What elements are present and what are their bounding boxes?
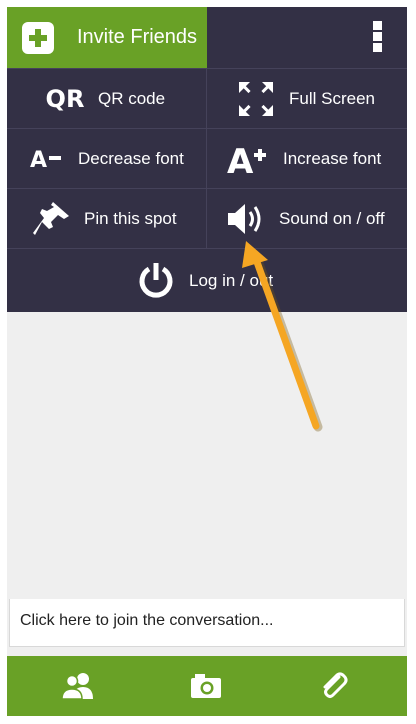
join-conversation-placeholder: Click here to join the conversation... [20,612,274,629]
bottom-toolbar [7,656,407,716]
plus-icon [22,22,54,54]
invite-friends-button[interactable]: Invite Friends [7,7,207,68]
full-screen-button[interactable]: Full Screen [206,68,407,128]
users-icon[interactable] [60,670,96,702]
top-bar: Invite Friends [7,7,407,68]
login-logout-label: Log in / out [189,271,274,290]
qr-code-button[interactable]: QR QR code [7,68,206,128]
login-logout-button[interactable]: Log in / out [7,248,407,312]
increase-font-button[interactable]: A Increase font [206,128,407,188]
power-icon [136,262,176,298]
paperclip-icon[interactable] [316,670,352,702]
qr-icon: QR [45,85,85,113]
pin-spot-label: Pin this spot [84,209,177,228]
invite-friends-label: Invite Friends [77,26,198,48]
increase-font-label: Increase font [283,149,382,168]
camera-icon[interactable] [188,670,224,702]
increase-font-icon: A [227,141,271,177]
kebab-icon[interactable] [365,19,389,59]
join-conversation-input[interactable]: Click here to join the conversation... [9,599,405,647]
pin-icon [31,201,71,237]
fullscreen-icon [236,81,276,117]
qr-code-label: QR code [98,89,166,108]
menu-panel: QR QR code Full Screen A Decrease font A… [7,68,407,312]
sound-toggle-label: Sound on / off [279,209,385,228]
sound-toggle-button[interactable]: Sound on / off [206,188,407,248]
svg-text:A: A [30,148,47,171]
decrease-font-button[interactable]: A Decrease font [7,128,206,188]
svg-text:A: A [227,142,254,177]
decrease-font-label: Decrease font [78,149,184,168]
speaker-icon [226,201,268,237]
app-window: Invite Friends QR QR code Full Screen A … [7,7,407,716]
decrease-font-icon: A [29,141,65,177]
pin-spot-button[interactable]: Pin this spot [7,188,206,248]
full-screen-label: Full Screen [289,89,375,108]
